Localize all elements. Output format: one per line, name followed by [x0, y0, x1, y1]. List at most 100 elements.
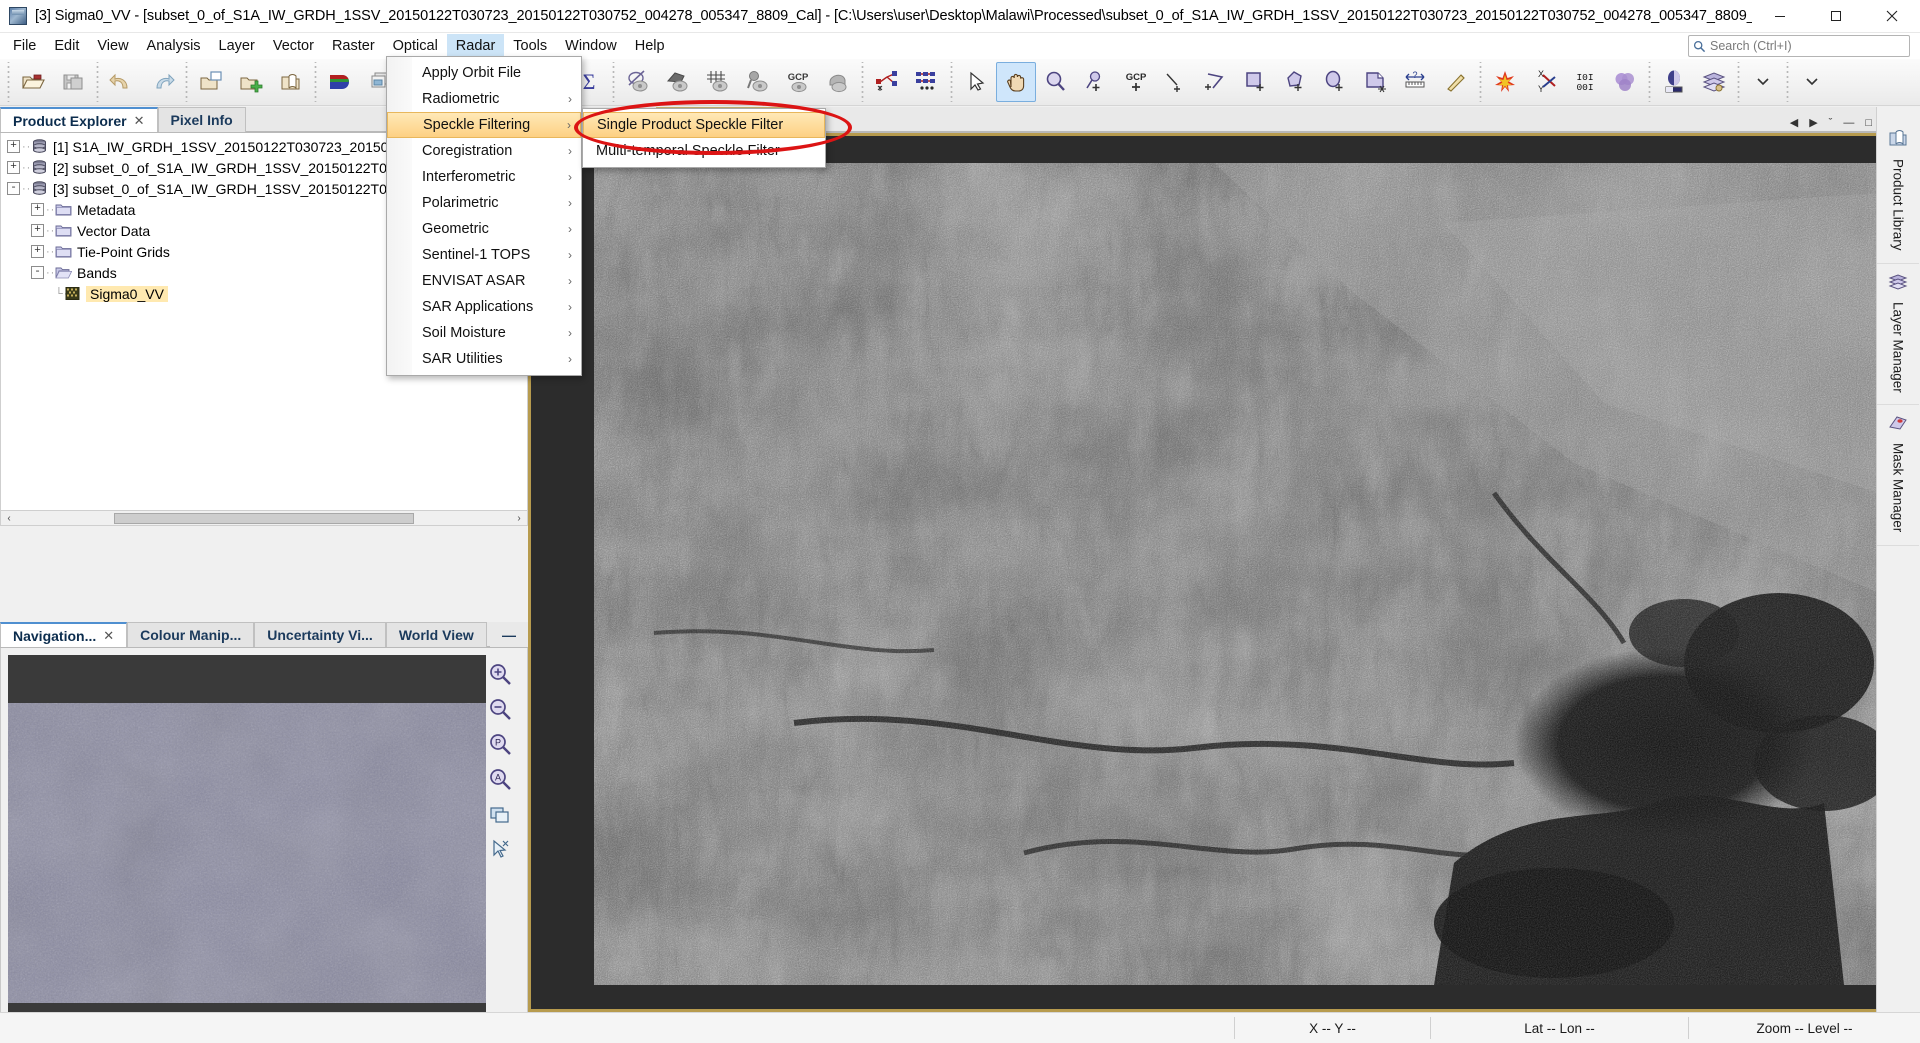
geometry-overlay-icon[interactable]	[658, 62, 698, 102]
close-button[interactable]	[1864, 0, 1920, 33]
xy-plot-icon[interactable]: XY	[1525, 62, 1565, 102]
selection-tool-icon[interactable]	[956, 62, 996, 102]
tab-colour-manipulation[interactable]: Colour Manip...	[127, 622, 255, 647]
polyline-drawing-tool-icon[interactable]	[1196, 62, 1236, 102]
tab-uncertainty-visualisation[interactable]: Uncertainty Vi...	[254, 622, 386, 647]
redo-icon[interactable]	[142, 62, 182, 102]
expander-icon[interactable]: +	[7, 140, 20, 153]
expander-icon[interactable]: +	[31, 224, 44, 237]
dock-button-product-library[interactable]: Product Library	[1877, 121, 1919, 264]
polygon-drawing-tool-icon[interactable]	[1276, 62, 1316, 102]
menu-item-envisat-asar[interactable]: ENVISAT ASAR ›	[387, 268, 581, 294]
menu-item-sar-applications[interactable]: SAR Applications ›	[387, 294, 581, 320]
open-rgb-window-icon[interactable]	[191, 62, 231, 102]
tab-product-explorer[interactable]: Product Explorer ✕	[0, 107, 158, 132]
zoom-in-icon[interactable]	[485, 660, 515, 688]
menu-optical[interactable]: Optical	[384, 34, 447, 58]
menu-window[interactable]: Window	[556, 34, 626, 58]
maximize-button[interactable]	[1808, 0, 1864, 33]
save-product-icon[interactable]	[53, 62, 93, 102]
sync-views-icon[interactable]	[485, 800, 515, 828]
navigation-thumbnail-canvas[interactable]	[8, 655, 486, 1043]
range-finder-icon[interactable]: ?	[1396, 62, 1436, 102]
magic-wand-subset-icon[interactable]	[1356, 62, 1396, 102]
magic-stick-icon[interactable]	[1436, 62, 1476, 102]
zoom-out-icon[interactable]	[485, 695, 515, 723]
mask-overlay-icon[interactable]	[818, 62, 858, 102]
dock-button-mask-manager[interactable]: Mask Manager	[1877, 405, 1919, 546]
document-list-icon[interactable]: ˇ	[1829, 117, 1833, 129]
undo-icon[interactable]	[102, 62, 142, 102]
menu-analysis[interactable]: Analysis	[138, 34, 210, 58]
gcp-overlay-icon[interactable]: GCP	[778, 62, 818, 102]
scroll-thumb[interactable]	[114, 512, 414, 524]
menu-view[interactable]: View	[88, 34, 137, 58]
close-icon[interactable]: ✕	[134, 113, 145, 129]
menu-help[interactable]: Help	[626, 34, 674, 58]
menu-item-sentinel-1-tops[interactable]: Sentinel-1 TOPS ›	[387, 242, 581, 268]
graticule-overlay-icon[interactable]	[698, 62, 738, 102]
graph-builder-icon[interactable]	[867, 62, 907, 102]
line-drawing-tool-icon[interactable]	[1156, 62, 1196, 102]
menu-item-apply-orbit-file[interactable]: Apply Orbit File	[387, 60, 581, 86]
menu-item-sar-utilities[interactable]: SAR Utilities ›	[387, 346, 581, 372]
contrast-stretch-icon[interactable]	[1654, 62, 1694, 102]
rectangle-drawing-tool-icon[interactable]	[1236, 62, 1276, 102]
layer-editor-icon[interactable]	[1694, 62, 1734, 102]
product-tree-hscrollbar[interactable]: ‹ ›	[0, 511, 528, 526]
minimize-navigation-button[interactable]: —	[490, 622, 528, 647]
minimize-document-icon[interactable]: —	[1843, 117, 1854, 129]
menu-file[interactable]: File	[4, 34, 45, 58]
menu-item-coregistration[interactable]: Coregistration ›	[387, 138, 581, 164]
menu-radar[interactable]: Radar	[446, 34, 505, 58]
maximize-document-icon[interactable]: □	[1865, 117, 1872, 129]
zoom-all-icon[interactable]: A	[485, 765, 515, 793]
bit-mask-icon[interactable]: I0I 00I	[1565, 62, 1605, 102]
scroll-right-icon[interactable]: ›	[512, 513, 526, 524]
flip-colours-icon[interactable]	[1485, 62, 1525, 102]
mask-area-icon[interactable]	[1605, 62, 1645, 102]
open-subset-icon[interactable]	[231, 62, 271, 102]
search-input[interactable]: Search (Ctrl+I)	[1688, 35, 1910, 57]
menu-item-multi-temporal-speckle-filter[interactable]: Multi-temporal Speckle Filter	[583, 138, 825, 164]
toolbar-overflow-chevron-icon[interactable]	[1743, 62, 1783, 102]
gcp-placing-tool-icon[interactable]: GCP	[1116, 62, 1156, 102]
tab-world-view[interactable]: World View	[385, 622, 487, 647]
scroll-left-icon[interactable]: ‹	[2, 513, 16, 524]
ellipse-drawing-tool-icon[interactable]	[1316, 62, 1356, 102]
prev-document-icon[interactable]: ◀	[1790, 116, 1798, 129]
pan-tool-icon[interactable]	[996, 62, 1036, 102]
open-product-library-icon[interactable]	[271, 62, 311, 102]
dock-button-layer-manager[interactable]: Layer Manager	[1877, 264, 1919, 406]
expander-icon[interactable]: +	[31, 245, 44, 258]
menu-item-single-product-speckle-filter[interactable]: Single Product Speckle Filter	[583, 112, 825, 138]
next-document-icon[interactable]: ▶	[1809, 116, 1817, 129]
expander-icon[interactable]: +	[31, 203, 44, 216]
sync-cursor-icon[interactable]	[485, 835, 515, 863]
zoom-tool-icon[interactable]	[1036, 62, 1076, 102]
menu-item-speckle-filtering[interactable]: Speckle Filtering ›	[387, 112, 581, 138]
tab-pixel-info[interactable]: Pixel Info	[157, 107, 246, 132]
menu-layer[interactable]: Layer	[210, 34, 264, 58]
pin-placing-tool-icon[interactable]	[1076, 62, 1116, 102]
menu-item-polarimetric[interactable]: Polarimetric ›	[387, 190, 581, 216]
menu-item-interferometric[interactable]: Interferometric ›	[387, 164, 581, 190]
menu-item-radiometric[interactable]: Radiometric ›	[387, 86, 581, 112]
minimize-button[interactable]	[1752, 0, 1808, 33]
open-product-icon[interactable]	[13, 62, 53, 102]
menu-vector[interactable]: Vector	[264, 34, 323, 58]
expander-icon[interactable]: -	[31, 266, 44, 279]
no-data-overlay-icon[interactable]	[618, 62, 658, 102]
batch-processing-icon[interactable]	[907, 62, 947, 102]
menu-item-geometric[interactable]: Geometric ›	[387, 216, 581, 242]
expander-icon[interactable]: -	[7, 182, 20, 195]
menu-item-soil-moisture[interactable]: Soil Moisture ›	[387, 320, 581, 346]
colour-manipulation-icon[interactable]	[320, 62, 360, 102]
menu-edit[interactable]: Edit	[45, 34, 88, 58]
sar-image-canvas[interactable]	[594, 163, 1879, 985]
zoom-to-pixel-resolution-icon[interactable]: P	[485, 730, 515, 758]
menu-raster[interactable]: Raster	[323, 34, 384, 58]
toolbar-overflow-chevron-2-icon[interactable]	[1792, 62, 1832, 102]
pin-overlay-icon[interactable]	[738, 62, 778, 102]
menu-tools[interactable]: Tools	[504, 34, 556, 58]
